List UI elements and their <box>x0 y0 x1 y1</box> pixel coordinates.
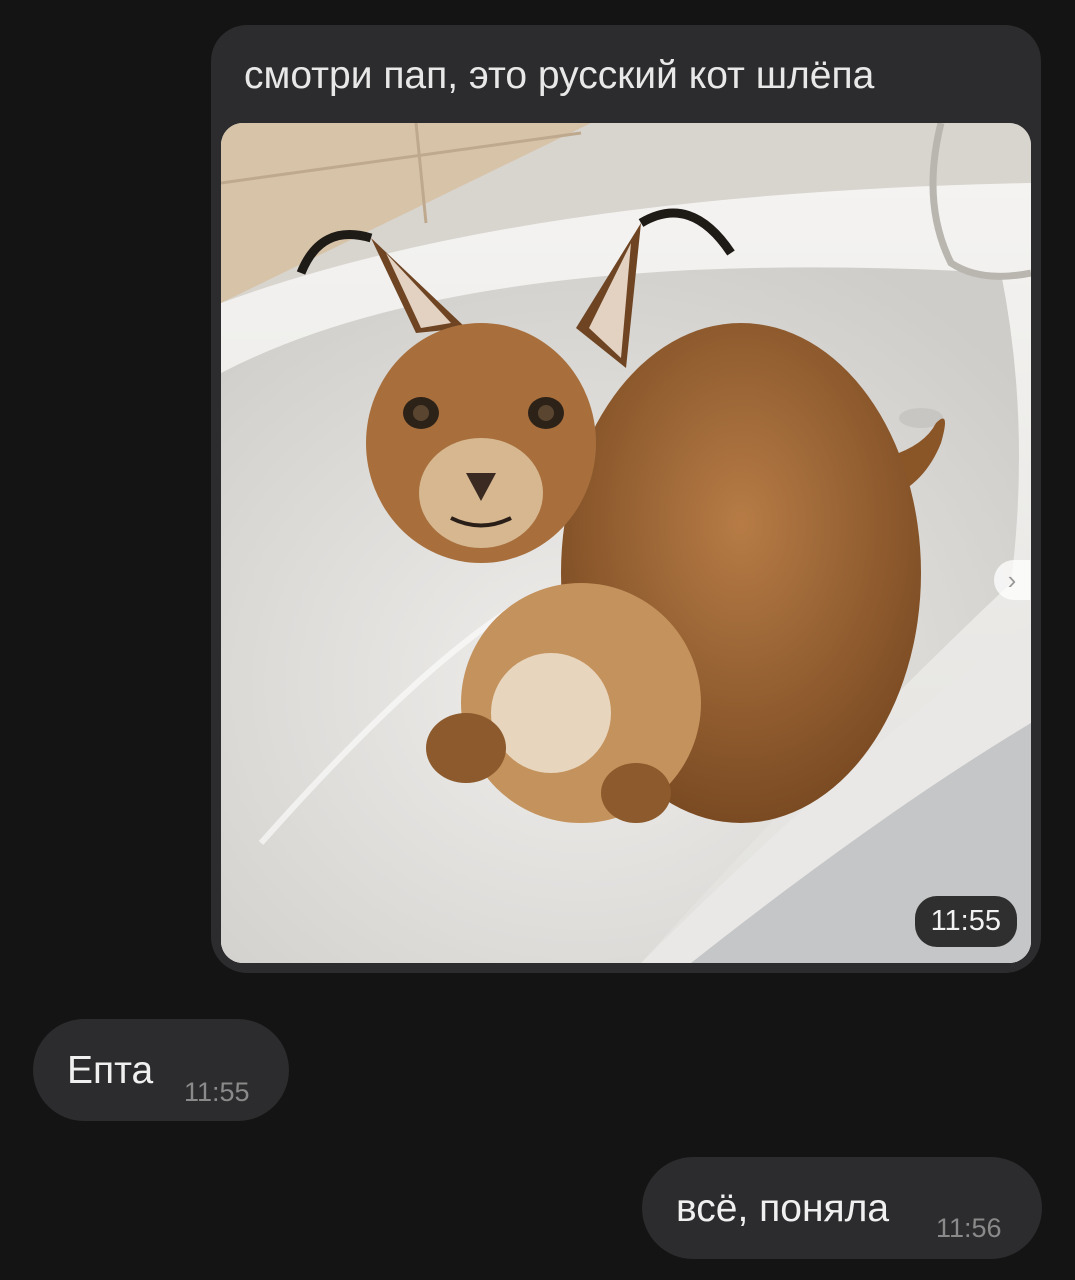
message-text: Епта <box>67 1049 154 1092</box>
outgoing-photo-message[interactable]: смотри пап, это русский кот шлёпа › 11:5… <box>211 25 1041 973</box>
message-time: 11:55 <box>914 896 1017 947</box>
message-time: 11:55 <box>184 1077 250 1107</box>
outgoing-text-message[interactable]: всё, поняла 11:56 <box>642 1157 1042 1259</box>
message-photo[interactable]: › 11:55 <box>221 123 1031 963</box>
chevron-right-icon[interactable]: › <box>994 560 1030 600</box>
message-text: всё, поняла <box>676 1187 890 1230</box>
caracal-in-bathtub-image <box>221 123 1031 963</box>
chat-view: смотри пап, это русский кот шлёпа › 11:5… <box>0 0 1075 1280</box>
message-time: 11:56 <box>936 1213 1002 1243</box>
message-caption: смотри пап, это русский кот шлёпа <box>244 54 875 97</box>
incoming-text-message[interactable]: Епта 11:55 <box>33 1019 289 1121</box>
